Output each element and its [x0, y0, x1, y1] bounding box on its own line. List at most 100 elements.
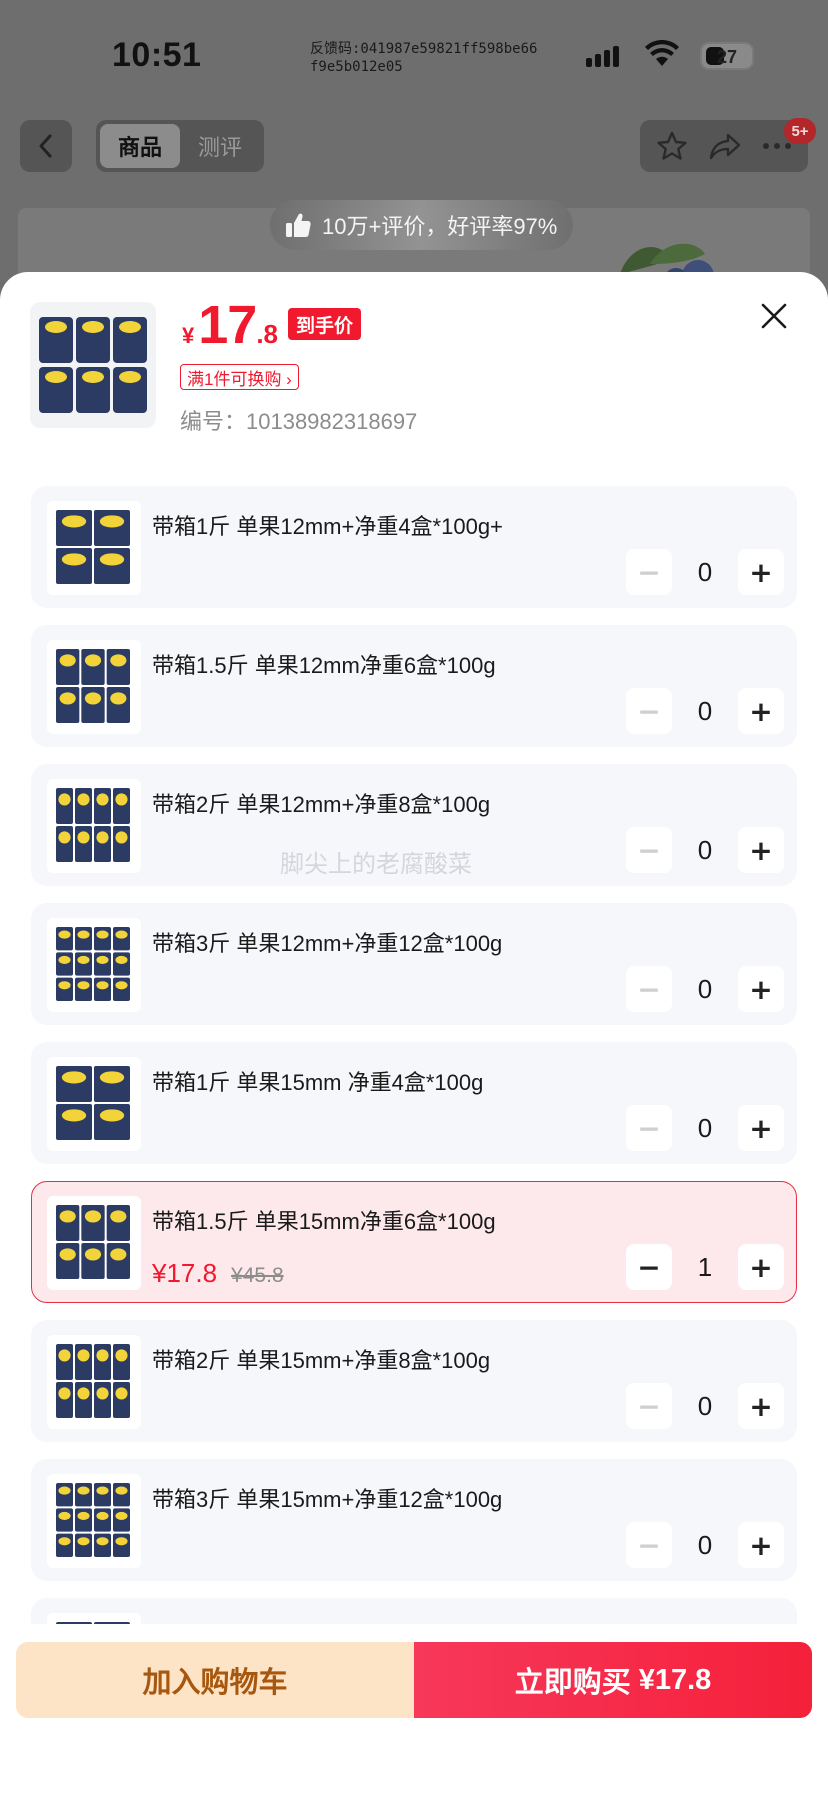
sheet-price: ¥ 17 .8 — [182, 294, 278, 356]
variant-original-price: ¥45.8 — [231, 1264, 284, 1287]
more-icon[interactable] — [762, 142, 792, 150]
variant-image — [56, 1066, 130, 1140]
variant-name: 带箱1.5斤 单果15mm净重6盒*100g — [152, 1209, 496, 1234]
quantity-value: 0 — [697, 695, 713, 726]
notification-badge: 5+ — [784, 118, 816, 144]
variant-thumbnail — [47, 779, 141, 873]
variant-list: 带箱1斤 单果12mm+净重4盒*100g+ −0 + 带箱1.5斤 单果12mm净重… — [31, 486, 797, 1737]
quantity-stepper: −0 + — [626, 966, 784, 1012]
quantity-stepper: −0 + — [626, 1383, 784, 1429]
back-icon — [39, 134, 52, 158]
tab-review[interactable]: 测评 — [180, 124, 260, 168]
buy-now-button[interactable]: 立即购买 ¥17.8 — [414, 1642, 812, 1718]
quantity-stepper: −0 + — [626, 827, 784, 873]
variant-current-price: ¥17.8 — [152, 1258, 218, 1288]
status-time: 10:51 — [112, 36, 202, 74]
variant-name: 带箱3斤 单果15mm+净重12盒*100g — [152, 1487, 503, 1512]
variant-card[interactable]: 带箱1斤 单果15mm 净重4盒*100g −0 + — [31, 1042, 797, 1164]
product-thumbnail — [30, 302, 156, 428]
variant-price: ¥17.8 ¥45.8 — [152, 1258, 284, 1289]
variant-card[interactable]: 带箱1.5斤 单果12mm净重6盒*100g −0 + — [31, 625, 797, 747]
increase-button[interactable]: + — [738, 1383, 784, 1429]
quantity-value: 0 — [697, 834, 713, 865]
increase-button[interactable]: + — [738, 688, 784, 734]
decrease-button[interactable]: − — [626, 966, 672, 1012]
nav-tabs: 商品 测评 — [96, 120, 264, 172]
action-bar: 加入购物车 立即购买 ¥17.8 — [0, 1624, 828, 1795]
variant-thumbnail — [47, 1335, 141, 1429]
star-icon[interactable] — [656, 130, 688, 162]
variant-card[interactable]: 带箱2斤 单果12mm+净重8盒*100g −0 + — [31, 764, 797, 886]
variant-card[interactable]: 带箱2斤 单果15mm+净重8盒*100g −0 + — [31, 1320, 797, 1442]
variant-image — [56, 788, 130, 862]
review-banner[interactable]: 10万+评价，好评率97% — [270, 200, 574, 250]
buy-now-price: ¥17.8 — [638, 1663, 712, 1696]
increase-button[interactable]: + — [738, 1244, 784, 1290]
variant-image — [56, 649, 130, 723]
thumbs-up-icon — [286, 213, 311, 237]
variant-thumbnail — [47, 1474, 141, 1568]
quantity-stepper: −1 + — [626, 1244, 784, 1290]
variant-card[interactable]: 带箱1斤 单果12mm+净重4盒*100g+ −0 + — [31, 486, 797, 608]
product-image — [39, 317, 147, 413]
status-bar: 10:51 反馈码:041987e59821ff598be66f9e5b012e… — [0, 0, 828, 110]
variant-image — [56, 1205, 130, 1279]
price-decimal: .8 — [256, 319, 279, 349]
decrease-button[interactable]: − — [626, 1105, 672, 1151]
quantity-value: 0 — [697, 556, 713, 587]
variant-image — [56, 1483, 130, 1557]
increase-button[interactable]: + — [738, 1522, 784, 1568]
nav-actions — [640, 120, 808, 172]
battery-percent: 27 — [716, 47, 738, 67]
variant-image — [56, 510, 130, 584]
quantity-value: 0 — [697, 1529, 713, 1560]
variant-card[interactable]: 带箱1.5斤 单果15mm净重6盒*100g ¥17.8 ¥45.8 −1 + — [31, 1181, 797, 1303]
variant-name: 带箱2斤 单果12mm+净重8盒*100g — [152, 792, 491, 817]
decrease-button[interactable]: − — [626, 549, 672, 595]
price-integer: 17 — [198, 295, 257, 355]
variant-name: 带箱2斤 单果15mm+净重8盒*100g — [152, 1348, 491, 1373]
promo-tag[interactable]: 满1件可换购 › — [180, 364, 299, 390]
decrease-button[interactable]: − — [626, 1383, 672, 1429]
wifi-icon — [645, 40, 679, 66]
variant-thumbnail — [47, 918, 141, 1012]
decrease-button[interactable]: − — [626, 1522, 672, 1568]
share-icon[interactable] — [708, 131, 742, 161]
add-to-cart-button[interactable]: 加入购物车 — [16, 1642, 414, 1718]
quantity-value: 1 — [697, 1251, 713, 1282]
quantity-stepper: −0 + — [626, 1522, 784, 1568]
final-price-badge: 到手价 — [288, 308, 362, 340]
back-button[interactable] — [20, 120, 72, 172]
variant-thumbnail — [47, 501, 141, 595]
tab-product[interactable]: 商品 — [100, 124, 180, 168]
variant-thumbnail — [47, 1196, 141, 1290]
buy-now-label: 立即购买 — [514, 1667, 631, 1699]
variant-card[interactable]: 带箱3斤 单果12mm+净重12盒*100g −0 + — [31, 903, 797, 1025]
quantity-stepper: −0 + — [626, 688, 784, 734]
close-icon[interactable] — [758, 300, 790, 332]
variant-name: 带箱3斤 单果12mm+净重12盒*100g — [152, 931, 503, 956]
decrease-button[interactable]: − — [626, 688, 672, 734]
decrease-button[interactable]: − — [626, 1244, 672, 1290]
feedback-code: 反馈码:041987e59821ff598be66f9e5b012e05 — [310, 41, 538, 75]
quantity-stepper: −0 + — [626, 1105, 784, 1151]
sku-number: 编号：10138982318697 — [180, 409, 418, 434]
sku-selection-sheet: ¥ 17 .8 到手价 满1件可换购 › 编号：10138982318697 带… — [0, 272, 828, 1795]
increase-button[interactable]: + — [738, 827, 784, 873]
increase-button[interactable]: + — [738, 966, 784, 1012]
variant-name: 带箱1斤 单果15mm 净重4盒*100g — [152, 1070, 484, 1095]
quantity-stepper: −0 + — [626, 549, 784, 595]
background-page: 10:51 反馈码:041987e59821ff598be66f9e5b012e… — [0, 0, 828, 308]
battery-icon: 27 — [700, 42, 754, 70]
price-currency: ¥ — [182, 323, 195, 348]
increase-button[interactable]: + — [738, 1105, 784, 1151]
variant-name: 带箱1斤 单果12mm+净重4盒*100g+ — [152, 514, 503, 539]
quantity-value: 0 — [697, 1112, 713, 1143]
variant-image — [56, 927, 130, 1001]
signal-icon — [586, 46, 619, 67]
quantity-value: 0 — [697, 973, 713, 1004]
increase-button[interactable]: + — [738, 549, 784, 595]
variant-card[interactable]: 带箱3斤 单果15mm+净重12盒*100g −0 + — [31, 1459, 797, 1581]
decrease-button[interactable]: − — [626, 827, 672, 873]
variant-thumbnail — [47, 640, 141, 734]
